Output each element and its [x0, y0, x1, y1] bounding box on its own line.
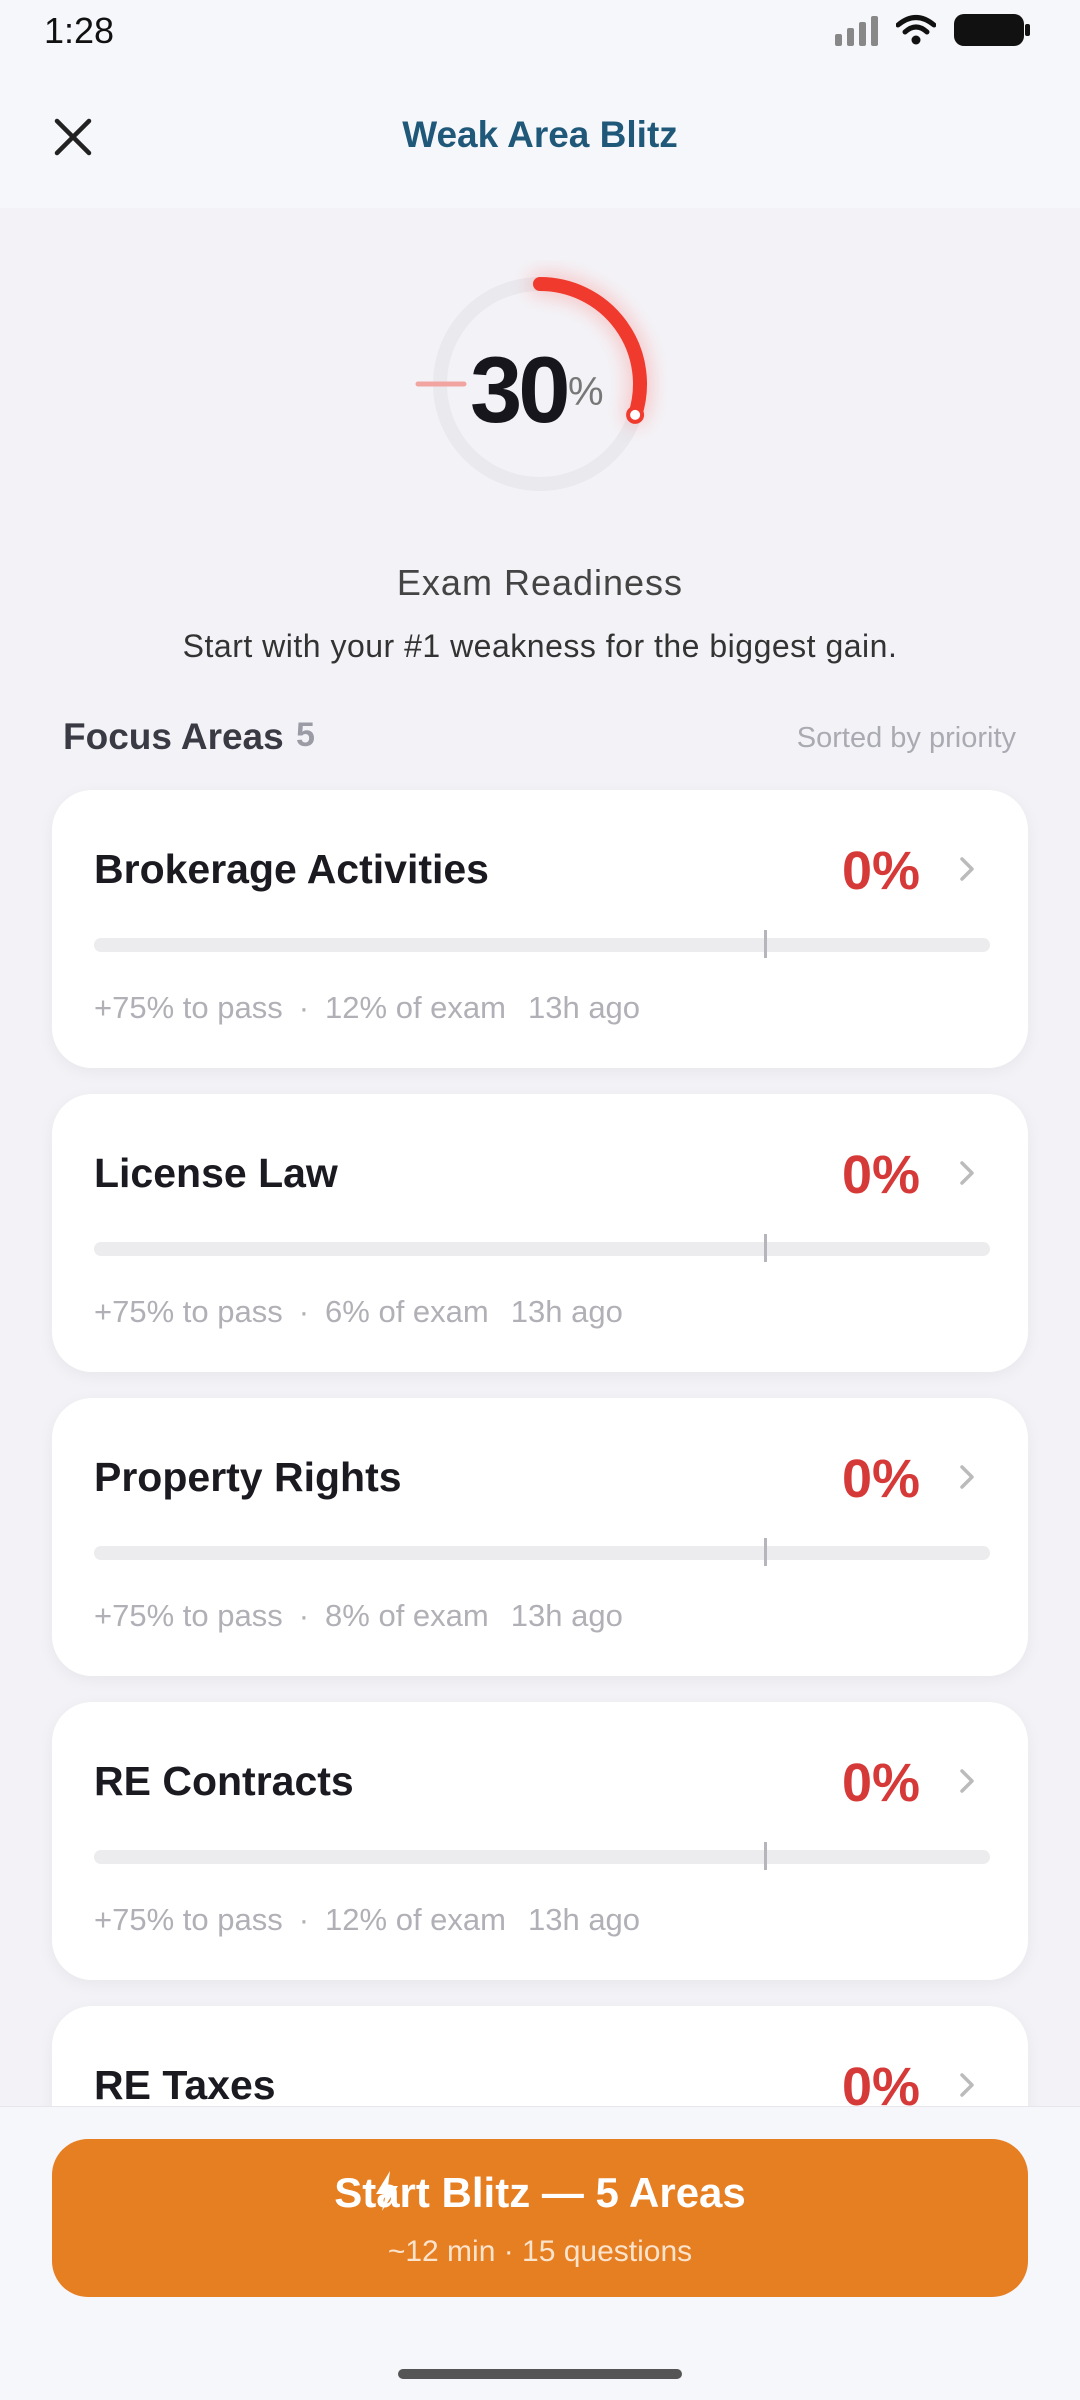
area-updated: 13h ago: [510, 1598, 623, 1633]
chevron-right-icon: [960, 1161, 974, 1185]
area-exam-share: 12% of exam: [325, 1902, 506, 1937]
area-to-pass: +75% to pass: [94, 1294, 283, 1329]
area-name: License Law: [94, 1150, 338, 1196]
area-progress-bar: [94, 1842, 990, 1870]
wifi-icon: [896, 15, 936, 45]
readiness-unit: %: [568, 370, 604, 414]
pass-threshold-marker: [764, 1538, 767, 1566]
area-name: Property Rights: [94, 1454, 402, 1500]
pass-threshold-marker: [764, 1234, 767, 1262]
start-blitz-subtitle: ~12 min · 15 questions: [387, 2235, 693, 2268]
focus-area-card[interactable]: License Law 0% +75% to pass · 6% of exam…: [52, 1094, 1028, 1372]
area-progress-bar: [94, 930, 990, 958]
area-exam-share: 6% of exam: [325, 1294, 489, 1329]
start-blitz-button[interactable]: Start Blitz — 5 Areas ~12 min · 15 quest…: [52, 2139, 1028, 2297]
start-blitz-label: Start Blitz — 5 Areas: [334, 2169, 746, 2216]
meta-separator: ·: [298, 1294, 310, 1329]
area-percent: 0%: [841, 1449, 920, 1509]
area-progress-bar: [94, 1234, 990, 1262]
area-meta: +75% to pass · 6% of exam 13h ago: [94, 1294, 623, 1330]
area-updated: 13h ago: [527, 990, 641, 1025]
area-percent: 0%: [841, 1753, 920, 1813]
area-exam-share: 12% of exam: [325, 990, 506, 1025]
readiness-subtitle: Start with your #1 weakness for the bigg…: [182, 628, 898, 664]
area-updated: 13h ago: [527, 1902, 641, 1937]
top-app-bar: Weak Area Blitz: [0, 60, 1080, 208]
area-percent: 0%: [841, 841, 920, 901]
chevron-right-icon: [960, 857, 974, 881]
meta-separator: ·: [298, 1598, 310, 1633]
focus-area-card[interactable]: Brokerage Activities 0% +75% to pass · 1…: [52, 790, 1028, 1068]
focus-areas-count: 5: [296, 716, 315, 754]
area-percent: 0%: [841, 2057, 920, 2106]
status-icons: [835, 14, 1030, 46]
area-name: RE Contracts: [94, 1758, 354, 1804]
area-to-pass: +75% to pass: [94, 990, 283, 1025]
battery-icon: [954, 14, 1030, 46]
focus-area-card[interactable]: RE Taxes 0%: [52, 2006, 1028, 2106]
pass-threshold-marker: [764, 1842, 767, 1870]
pass-threshold-marker: [764, 930, 767, 958]
area-to-pass: +75% to pass: [94, 1902, 283, 1937]
page-title: Weak Area Blitz: [402, 114, 678, 155]
area-meta: +75% to pass · 8% of exam 13h ago: [94, 1598, 623, 1634]
status-time: 1:28: [44, 10, 115, 51]
readiness-gauge: 30 %: [400, 260, 680, 520]
area-exam-share: 8% of exam: [325, 1598, 489, 1633]
area-meta: +75% to pass · 12% of exam 13h ago: [94, 990, 640, 1026]
area-percent: 0%: [841, 1145, 920, 1205]
signal-icon: [835, 14, 878, 46]
focus-area-card[interactable]: Property Rights 0% +75% to pass · 8% of …: [52, 1398, 1028, 1676]
status-bar: 1:28: [0, 0, 1080, 60]
focus-area-list[interactable]: Brokerage Activities 0% +75% to pass · 1…: [0, 780, 1080, 2106]
readiness-value: 30: [470, 337, 571, 442]
area-updated: 13h ago: [510, 1294, 623, 1329]
area-to-pass: +75% to pass: [94, 1598, 283, 1633]
focus-area-card[interactable]: RE Contracts 0% +75% to pass · 12% of ex…: [52, 1702, 1028, 1980]
readiness-arc-endpoint: [626, 405, 645, 424]
chevron-right-icon: [960, 1465, 974, 1489]
home-indicator[interactable]: [398, 2369, 682, 2379]
chevron-right-icon: [960, 2073, 974, 2097]
area-meta: +75% to pass · 12% of exam 13h ago: [94, 1902, 640, 1938]
chevron-right-icon: [960, 1769, 974, 1793]
focus-areas-title: Focus Areas: [63, 716, 284, 757]
readiness-label: Exam Readiness: [396, 562, 684, 603]
meta-separator: ·: [298, 1902, 310, 1937]
area-name: Brokerage Activities: [94, 846, 489, 892]
bottom-action-panel: Start Blitz — 5 Areas ~12 min · 15 quest…: [0, 2106, 1080, 2400]
meta-separator: ·: [298, 990, 310, 1025]
area-progress-bar: [94, 1538, 990, 1566]
area-name: RE Taxes: [94, 2062, 276, 2106]
sort-label: Sorted by priority: [796, 722, 1016, 754]
